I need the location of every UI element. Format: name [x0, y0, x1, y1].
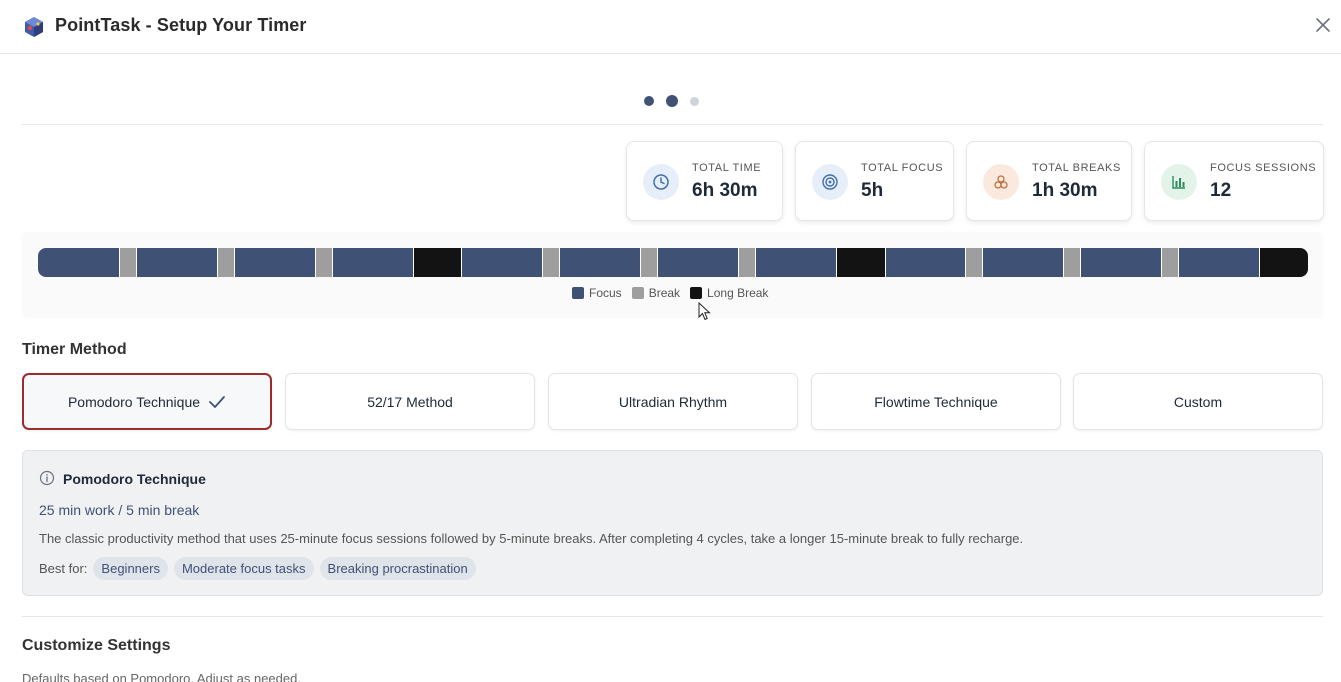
stat-value: 5h [861, 180, 884, 201]
tag-beginners: Beginners [93, 557, 168, 580]
legend-label: Long Break [707, 286, 769, 300]
step-dot-1[interactable] [644, 96, 654, 106]
timeline-segment-focus [1178, 248, 1260, 277]
step-dot-3[interactable] [690, 96, 699, 106]
info-title: Pomodoro Technique [63, 471, 206, 487]
timeline-segment-break [1161, 248, 1179, 277]
legend-swatch [572, 287, 584, 299]
stat-label: TOTAL BREAKS [1032, 162, 1121, 174]
coffee-icon [983, 164, 1019, 200]
method-option-pomodoro[interactable]: Pomodoro Technique [22, 373, 272, 430]
tag-breaking-procrastination: Breaking procrastination [319, 557, 476, 580]
customize-settings-heading: Customize Settings [22, 637, 171, 654]
timeline-segment-focus [135, 248, 217, 277]
stat-card-total-focus: TOTAL FOCUS 5h [795, 141, 954, 221]
divider [22, 124, 1323, 125]
divider [22, 616, 1323, 617]
clock-icon [643, 164, 679, 200]
close-icon[interactable] [1313, 15, 1333, 35]
method-label: Custom [1173, 393, 1223, 410]
timeline-segment-break [542, 248, 560, 277]
stat-value: 6h 30m [692, 180, 758, 201]
method-option-ultradian[interactable]: Ultradian Rhythm [548, 373, 798, 430]
step-dot-2-active[interactable] [666, 95, 678, 107]
method-info-panel: Pomodoro Technique 25 min work / 5 min b… [22, 450, 1323, 596]
timeline-segment-focus [982, 248, 1064, 277]
info-icon [39, 470, 55, 486]
timeline-segment-long-break [1259, 248, 1308, 277]
stat-value: 1h 30m [1032, 180, 1098, 201]
legend-item-long-break: Long Break [690, 286, 768, 300]
timer-method-heading: Timer Method [22, 341, 127, 358]
method-label: Pomodoro Technique [67, 393, 201, 410]
window-title: PointTask - Setup Your Timer [55, 15, 307, 35]
timeline-segment-focus [461, 248, 543, 277]
timeline-segment-break [216, 248, 234, 277]
best-for-label: Best for: [39, 561, 88, 576]
legend-label: Break [648, 286, 681, 300]
legend-swatch [631, 287, 644, 299]
method-option-flowtime[interactable]: Flowtime Technique [811, 373, 1061, 430]
session-timeline [38, 248, 1308, 277]
method-label: Flowtime Technique [874, 393, 998, 410]
timeline-segment-focus [233, 248, 315, 277]
timeline-segment-break [965, 248, 983, 277]
checkmark-icon [209, 395, 225, 408]
title-bar: PointTask - Setup Your Timer [0, 0, 1341, 54]
legend-swatch [690, 287, 703, 299]
stat-label: TOTAL FOCUS [861, 162, 944, 174]
method-option-custom[interactable]: Custom [1073, 373, 1323, 430]
method-label: Ultradian Rhythm [618, 393, 728, 410]
timeline-legend: Focus Break Long Break [572, 286, 768, 300]
timeline-segment-focus [884, 248, 966, 277]
method-option-52-17[interactable]: 52/17 Method [285, 373, 535, 430]
timeline-segment-focus [755, 248, 837, 277]
stat-label: TOTAL TIME [692, 162, 762, 174]
step-pagination [644, 95, 699, 107]
timeline-segment-long-break [412, 248, 462, 277]
stat-card-total-breaks: TOTAL BREAKS 1h 30m [966, 141, 1132, 221]
legend-item-break: Break [631, 286, 681, 300]
target-icon [812, 164, 848, 200]
method-label: 52/17 Method [367, 393, 453, 410]
stat-label: FOCUS SESSIONS [1210, 162, 1317, 174]
timeline-segment-break [640, 248, 658, 277]
timeline-segment-long-break [836, 248, 885, 277]
stat-value: 12 [1210, 180, 1232, 201]
stat-card-focus-sessions: FOCUS SESSIONS 12 [1144, 141, 1324, 221]
timeline-segment-focus [657, 248, 739, 277]
legend-label: Focus [589, 286, 622, 300]
customize-settings-subtitle: Defaults based on Pomodoro. Adjust as ne… [22, 671, 301, 682]
timeline-segment-break [1063, 248, 1081, 277]
info-subtitle: 25 min work / 5 min break [39, 502, 200, 518]
legend-item-focus: Focus [572, 286, 622, 300]
timeline-segment-focus [1080, 248, 1162, 277]
tag-moderate-focus: Moderate focus tasks [173, 557, 314, 580]
best-for-row: Best for: Beginners Moderate focus tasks… [39, 557, 476, 580]
info-description: The classic productivity method that use… [39, 531, 1024, 546]
stat-card-total-time: TOTAL TIME 6h 30m [626, 141, 783, 221]
pointtask-logo-icon [25, 17, 43, 37]
timeline-segment-break [738, 248, 756, 277]
timeline-segment-focus [38, 248, 119, 277]
timeline-segment-break [118, 248, 136, 277]
timeline-segment-focus [559, 248, 641, 277]
timeline-segment-focus [331, 248, 413, 277]
timeline-segment-break [314, 248, 332, 277]
mouse-cursor-icon [698, 302, 711, 321]
bar-chart-icon [1161, 164, 1197, 200]
